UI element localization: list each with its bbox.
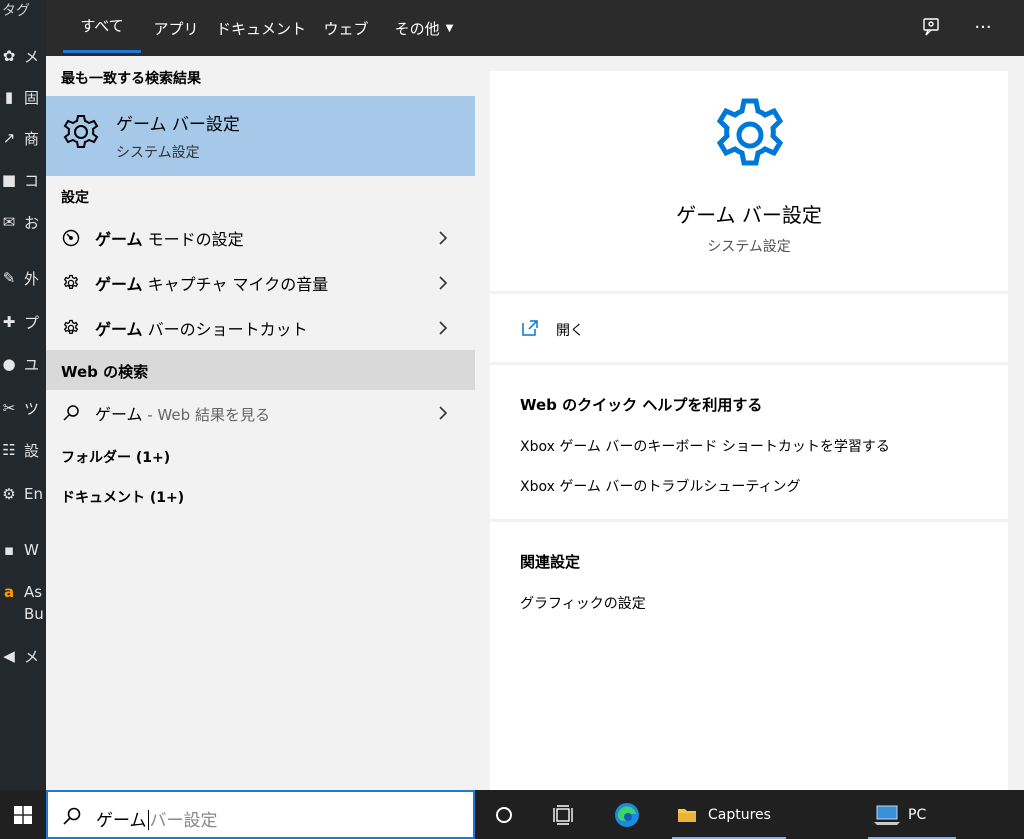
open-action[interactable]: 開く	[490, 294, 1008, 362]
edge-button[interactable]	[604, 790, 650, 839]
folders-category[interactable]: フォルダー (1+)	[61, 447, 170, 467]
documents-category[interactable]: ドキュメント (1+)	[61, 487, 184, 507]
bg-sidebar-item: ⚙ En	[0, 482, 46, 506]
start-button[interactable]	[0, 790, 46, 839]
search-autocomplete-text: バー設定	[149, 811, 218, 831]
chevron-right-icon	[439, 231, 448, 245]
bg-sidebar-item: ✿ メ	[0, 44, 46, 68]
best-match-header: 最も一致する検索結果	[61, 71, 201, 87]
chevron-right-icon	[439, 406, 448, 420]
bg-sidebar-item: ☷ 設	[0, 438, 46, 462]
quick-help-card: Web のクイック ヘルプを利用する Xbox ゲーム バーのキーボード ショー…	[490, 365, 1008, 519]
mail-icon: ✉	[2, 213, 16, 231]
web-search-item[interactable]: ゲーム - Web 結果を見る	[46, 391, 475, 435]
bg-sidebar-item: ■ コ	[1, 171, 40, 190]
open-external-icon	[522, 320, 538, 336]
text-cursor	[147, 810, 149, 830]
settings-sliders-icon: ☷	[2, 441, 16, 459]
related-settings-card: 関連設定 グラフィックの設定	[490, 522, 1008, 790]
cortana-icon	[496, 806, 512, 823]
preview-hero-card: ゲーム バー設定 システム設定	[490, 71, 1008, 291]
gear-icon	[61, 318, 81, 338]
best-match-item[interactable]: ゲーム バー設定 システム設定	[46, 96, 475, 176]
bg-sidebar-item: ◀ メ	[0, 644, 46, 668]
plugin-icon: ✚	[2, 313, 16, 331]
bg-sidebar-item: ✎ 外	[0, 266, 46, 290]
result-item-capture-mic[interactable]: ゲーム キャプチャ マイクの音量	[46, 261, 475, 305]
bg-sidebar-item: ↗ 商	[0, 126, 46, 150]
bg-sidebar-item: ▮ 固	[0, 85, 46, 109]
task-view-icon	[553, 804, 573, 825]
pages-icon: ▮	[4, 88, 14, 106]
open-label: 開く	[556, 323, 584, 339]
folder-icon	[678, 808, 696, 822]
gear-icon	[61, 273, 81, 293]
taskbar: ゲーム バー設定 Captures PC	[0, 790, 1024, 839]
gauge-icon	[61, 228, 81, 248]
bg-sidebar-item: Bu	[24, 605, 44, 623]
gear-icon	[716, 98, 784, 166]
task-view-button[interactable]	[540, 790, 586, 839]
preview-subtitle: システム設定	[707, 239, 791, 255]
windows-logo-icon	[14, 805, 32, 824]
share-icon: ↗	[2, 129, 16, 147]
search-icon	[61, 403, 81, 423]
bg-sidebar-item: ✚ プ	[0, 310, 46, 334]
bg-sidebar-item: a As	[0, 580, 46, 604]
related-link-graphics[interactable]: グラフィックの設定	[520, 593, 646, 613]
taskbar-app-captures[interactable]: Captures	[666, 790, 792, 839]
help-link-keyboard-shortcuts[interactable]: Xbox ゲーム バーのキーボード ショートカットを学習する	[520, 436, 890, 456]
related-settings-header: 関連設定	[520, 553, 581, 571]
wrench-icon: ✂	[2, 399, 16, 417]
comment-icon: ■	[1, 171, 17, 189]
taskbar-app-pc[interactable]: PC	[862, 790, 962, 839]
gear-icon	[63, 115, 99, 148]
tab-more[interactable]: その他 ▼	[386, 0, 462, 56]
amazon-icon: a	[3, 583, 15, 601]
bg-sidebar-item: ● ユ	[0, 352, 46, 376]
tab-apps[interactable]: アプリ	[145, 0, 207, 56]
chevron-right-icon	[439, 276, 448, 290]
tab-all[interactable]: すべて	[63, 0, 141, 53]
result-item-game-mode[interactable]: ゲーム モードの設定	[46, 216, 475, 260]
chevron-right-icon	[439, 321, 448, 335]
help-link-troubleshooting[interactable]: Xbox ゲーム バーのトラブルシューティング	[520, 476, 801, 496]
tab-web[interactable]: ウェブ	[318, 0, 374, 56]
gear-icon: ⚙	[2, 485, 16, 503]
edge-browser-icon	[615, 802, 639, 827]
best-match-subtitle: システム設定	[116, 145, 200, 161]
results-pane: 最も一致する検索結果 ゲーム バー設定 システム設定 設定 ゲーム モードの設定…	[46, 56, 475, 790]
settings-header: 設定	[61, 190, 89, 206]
best-match-title: ゲーム バー設定	[116, 115, 240, 135]
more-icon[interactable]: ···	[966, 10, 1000, 44]
search-icon	[63, 807, 81, 825]
brush-icon: ✎	[2, 269, 16, 287]
collapse-icon: ◀	[3, 647, 15, 665]
tab-documents[interactable]: ドキュメント	[216, 0, 306, 56]
user-icon: ●	[2, 355, 16, 373]
taskbar-search-input[interactable]: ゲーム バー設定	[46, 790, 475, 839]
result-item-game-bar-shortcut[interactable]: ゲーム バーのショートカット	[46, 306, 475, 350]
quick-help-header: Web のクイック ヘルプを利用する	[520, 396, 763, 414]
cortana-button[interactable]	[484, 790, 524, 839]
bg-sidebar-item: ✉ お	[0, 210, 46, 234]
palette-icon: ✿	[2, 47, 16, 65]
web-search-header: Web の検索	[46, 350, 475, 390]
search-filter-bar: すべて アプリ ドキュメント ウェブ その他 ▼ ···	[46, 0, 1024, 56]
background-app-title: タグ	[2, 3, 30, 19]
preview-title: ゲーム バー設定	[676, 203, 822, 227]
preview-pane: ゲーム バー設定 システム設定 開く Web のクイック ヘルプを利用する Xb…	[475, 56, 1024, 790]
background-app-sidebar: タグ ✿ メ ▮ 固 ↗ 商 ■ コ ✉ お ✎ 外 ✚ プ ● ユ ✂ ツ ☷ 設 ⚙ En ▪ W …	[0, 0, 46, 790]
widget-icon: ▪	[3, 541, 15, 559]
bg-sidebar-item: ▪ W	[0, 538, 46, 562]
bg-sidebar-item: ✂ ツ	[0, 396, 46, 420]
search-typed-text: ゲーム	[96, 811, 147, 831]
caret-down-icon: ▼	[445, 22, 454, 34]
computer-icon	[874, 805, 900, 825]
feedback-icon[interactable]	[914, 10, 948, 44]
